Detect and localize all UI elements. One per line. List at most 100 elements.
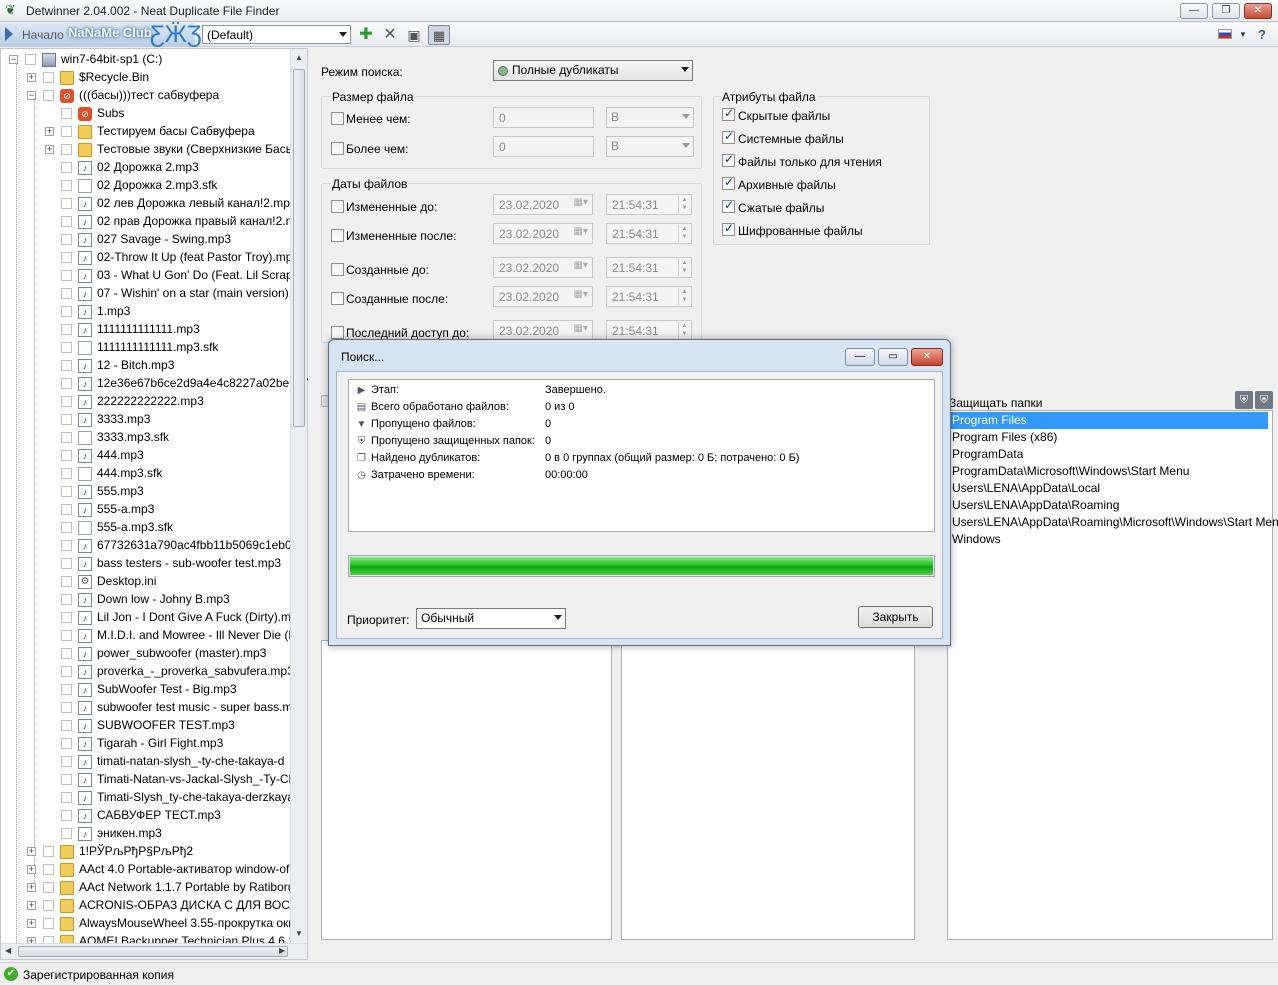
tree-checkbox[interactable] — [61, 792, 72, 804]
date-picker[interactable]: 23.02.2020 ▦▾ — [493, 257, 593, 278]
tree-item[interactable]: 555-a.mp3.sfk — [45, 518, 173, 536]
tree-checkbox[interactable] — [61, 774, 72, 786]
tree-checkbox[interactable] — [61, 558, 72, 570]
tree-item[interactable]: ♪ 027 Savage - Swing.mp3 — [45, 230, 231, 248]
collapse-icon[interactable]: − — [27, 91, 36, 101]
tree-checkbox[interactable] — [61, 468, 72, 480]
add-icon[interactable]: ✚ — [356, 25, 376, 45]
protected-folder-item[interactable]: ProgramData\Microsoft\Windows\Start Menu — [950, 463, 1189, 480]
scroll-down-icon[interactable]: ▼ — [295, 929, 303, 938]
tree-item[interactable]: + AAct Network 1.1.7 Portable by Ratiboru — [27, 878, 294, 896]
expand-icon[interactable]: + — [27, 919, 36, 929]
scroll-thumb[interactable] — [18, 946, 288, 957]
tree-item[interactable]: + ACRONIS-ОБРАЗ ДИСКА С ДЛЯ ВОССТ — [27, 896, 305, 914]
tree-checkbox[interactable] — [61, 450, 72, 462]
date-filter-checkbox[interactable] — [331, 263, 344, 276]
date-filter-checkbox[interactable] — [331, 229, 344, 242]
tree-item[interactable]: ♪ 3333.mp3 — [45, 410, 150, 428]
tree-item[interactable]: ♪ power_subwoofer (master).mp3 — [45, 644, 266, 662]
language-flag-icon[interactable] — [1218, 29, 1232, 39]
tree-checkbox[interactable] — [61, 288, 72, 300]
tree-checkbox[interactable] — [61, 504, 72, 516]
tree-item[interactable]: ♪ 555.mp3 — [45, 482, 144, 500]
tree-item[interactable]: ♪ SubWoofer Test - Big.mp3 — [45, 680, 237, 698]
spin-icon[interactable]: ▲ ▼ — [678, 225, 690, 242]
tree-checkbox[interactable] — [61, 234, 72, 246]
date-filter-checkbox[interactable] — [331, 200, 344, 213]
tree-item[interactable]: + $Recycle.Bin — [27, 68, 149, 86]
attribute-checkbox[interactable] — [722, 175, 735, 190]
tree-item[interactable]: ♪ SUBWOOFER TEST.mp3 — [45, 716, 235, 734]
tree-item[interactable]: ♪ 222222222222.mp3 — [45, 392, 204, 410]
scroll-up-icon[interactable]: ▲ — [295, 53, 303, 62]
expand-icon[interactable]: + — [45, 145, 54, 155]
search-start-icon[interactable]: ▦ — [428, 25, 450, 45]
attribute-checkbox[interactable] — [722, 106, 735, 121]
tree-item[interactable]: ♪ 12e36e67b6ce2d9a4e4c8227a02bebc7 — [45, 374, 309, 392]
tree-checkbox[interactable] — [43, 846, 54, 858]
search-mode-select[interactable]: Полные дубликаты — [493, 60, 693, 81]
expand-icon[interactable]: + — [27, 883, 36, 893]
tree-item[interactable]: 02 Дорожка 2.mp3.sfk — [45, 176, 217, 194]
tree-checkbox[interactable] — [43, 72, 54, 84]
tree-item[interactable]: ⚙ Desktop.ini — [45, 572, 156, 590]
dialog-maximize-button[interactable]: ▭ — [878, 348, 908, 366]
tree-item[interactable]: − ⊘ (((басы)))тест сабвуфера — [27, 86, 219, 104]
tree-item[interactable]: ♪ эникен.mp3 — [45, 824, 162, 842]
tree-checkbox[interactable] — [61, 522, 72, 534]
tree-checkbox[interactable] — [61, 306, 72, 318]
attribute-checkbox[interactable] — [722, 221, 735, 236]
tree-item[interactable]: 1111111111111.mp3.sfk — [45, 338, 218, 356]
close-button[interactable]: ✕ — [1244, 3, 1272, 19]
tree-root[interactable]: − win7-64bit-sp1 (C:) — [9, 50, 162, 68]
tree-item[interactable]: ♪ 444.mp3 — [45, 446, 144, 464]
tree-item[interactable]: ♪ Lil Jon - I Dont Give A Fuck (Dirty).m — [45, 608, 291, 626]
spin-icon[interactable]: ▲ ▼ — [678, 196, 690, 213]
tree-item[interactable]: ♪ Tigarah - Girl Fight.mp3 — [45, 734, 223, 752]
time-picker[interactable]: 21:54:31 ▲ ▼ — [606, 320, 692, 341]
tree-checkbox[interactable] — [61, 486, 72, 498]
spin-icon[interactable]: ▲ ▼ — [678, 259, 690, 276]
tree-item[interactable]: + Тестовые звуки (Сверхнизкие Басы — [45, 140, 294, 158]
save-icon[interactable]: ▣ — [404, 25, 424, 45]
tree-checkbox[interactable] — [61, 324, 72, 336]
expand-icon[interactable]: + — [27, 865, 36, 875]
calendar-icon[interactable]: ▦▾ — [574, 289, 588, 300]
protected-folder-item[interactable]: Users\LENA\AppData\Roaming\Microsoft\Win… — [950, 514, 1278, 531]
tree-checkbox[interactable] — [61, 738, 72, 750]
tree-checkbox[interactable] — [61, 414, 72, 426]
tree-checkbox[interactable] — [43, 864, 54, 876]
spin-icon[interactable]: ▲ ▼ — [678, 322, 690, 339]
tree-checkbox[interactable] — [25, 54, 36, 66]
tree-checkbox[interactable] — [61, 378, 72, 390]
date-picker[interactable]: 23.02.2020 ▦▾ — [493, 194, 593, 215]
tree-item[interactable]: ♪ 02 Дорожка 2.mp3 — [45, 158, 199, 176]
tree-item[interactable]: ♪ proverka_-_proverka_sabvufera.mp3 — [45, 662, 294, 680]
more-than-input[interactable]: 0 — [493, 136, 594, 157]
close-dialog-button[interactable]: Закрыть — [858, 606, 933, 628]
tree-item[interactable]: ♪ 1111111111111.mp3 — [45, 320, 200, 338]
tree-item[interactable]: + Тестируем басы Сабвуфера — [45, 122, 255, 140]
protected-folder-item[interactable]: Program Files — [950, 412, 1268, 429]
tree-item[interactable]: ♪ 555-a.mp3 — [45, 500, 154, 518]
calendar-icon[interactable]: ▦▾ — [574, 260, 588, 271]
protect-folders-list[interactable]: Program Files Program Files (x86) ProgramD… — [947, 410, 1278, 940]
attribute-checkbox[interactable] — [722, 198, 735, 213]
date-picker[interactable]: 23.02.2020 ▦▾ — [493, 320, 593, 341]
tree-checkbox[interactable] — [61, 810, 72, 822]
date-picker[interactable]: 23.02.2020 ▦▾ — [493, 223, 593, 244]
tree-checkbox[interactable] — [61, 630, 72, 642]
tree-item[interactable]: ♪ 02 прав Дорожка правый канал!2.m — [45, 212, 296, 230]
tree-item[interactable]: ♪ 02 лев Дорожка левый канал!2.mp3 — [45, 194, 297, 212]
spin-icon[interactable]: ▲ ▼ — [678, 288, 690, 305]
less-than-input[interactable]: 0 — [493, 107, 594, 128]
tree-item[interactable]: ♪ 67732631a790ac4fbb11b5069c1eb099 — [45, 536, 305, 554]
shield-add-icon[interactable]: ⛨ — [1235, 391, 1253, 409]
results-panel-middle[interactable] — [621, 640, 915, 940]
tree-checkbox[interactable] — [61, 342, 72, 354]
time-picker[interactable]: 21:54:31 ▲ ▼ — [606, 223, 692, 244]
results-panel-left[interactable] — [321, 640, 612, 940]
protected-folder-item[interactable]: Users\LENA\AppData\Roaming — [950, 497, 1119, 514]
date-picker[interactable]: 23.02.2020 ▦▾ — [493, 286, 593, 307]
protected-folder-item[interactable]: ProgramData — [950, 446, 1023, 463]
